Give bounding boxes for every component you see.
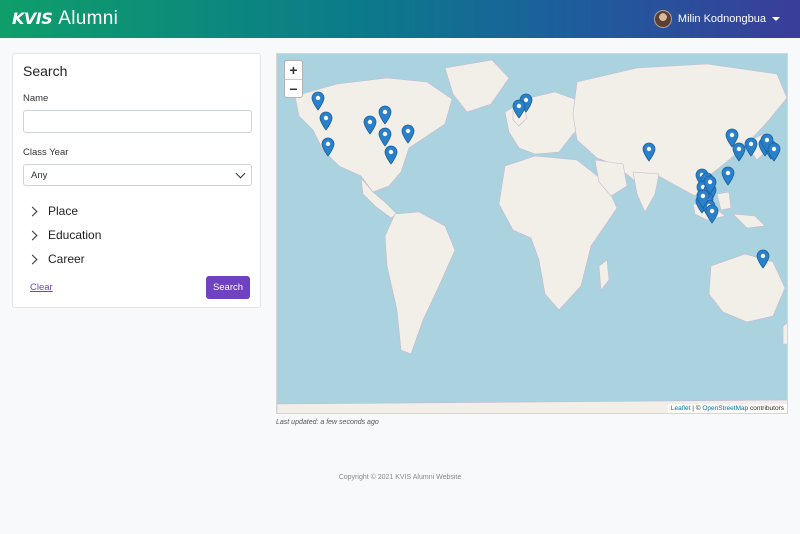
map-marker-icon[interactable] <box>378 127 392 147</box>
brand-name: Alumni <box>58 8 119 29</box>
map-marker-icon[interactable] <box>705 204 719 224</box>
map-marker-icon[interactable] <box>384 145 398 165</box>
search-title: Search <box>23 63 68 79</box>
class-year-value: Any <box>31 169 48 181</box>
map-marker-icon[interactable] <box>363 115 377 135</box>
name-label: Name <box>23 93 49 104</box>
top-navbar: KVIS Alumni Milin Kodnongbua <box>0 0 800 38</box>
class-year-label: Class Year <box>23 147 69 158</box>
accordion-label: Education <box>48 228 102 242</box>
user-menu[interactable]: Milin Kodnongbua <box>653 10 788 28</box>
chevron-right-icon <box>27 230 38 240</box>
chevron-right-icon <box>27 254 38 264</box>
accordion-education[interactable]: Education <box>23 223 250 247</box>
form-actions: Clear Search <box>23 276 250 299</box>
map-marker-icon[interactable] <box>401 124 415 144</box>
accordion-label: Place <box>48 204 79 218</box>
map-marker-icon[interactable] <box>642 142 656 162</box>
user-name: Milin Kodnongbua <box>677 13 766 25</box>
map-marker-icon[interactable] <box>703 175 717 195</box>
map-marker-icon[interactable] <box>756 249 770 269</box>
zoom-in-button[interactable]: + <box>285 61 302 79</box>
map-marker-icon[interactable] <box>767 142 781 162</box>
map-marker-icon[interactable] <box>721 166 735 186</box>
chevron-right-icon <box>27 206 38 216</box>
search-button[interactable]: Search <box>206 276 250 299</box>
footer-copyright: Copyright © 2021 KVIS Alumni Website <box>338 474 462 481</box>
map-marker-icon[interactable] <box>311 91 325 111</box>
map-marker-icon[interactable] <box>321 137 335 157</box>
last-updated-text: Last updated: a few seconds ago <box>276 419 379 426</box>
attribution-tail: contributors <box>748 405 784 412</box>
world-map[interactable]: + − Leaflet | © OpenStreetMap contributo… <box>276 53 788 414</box>
class-year-select[interactable]: Any <box>23 164 252 186</box>
attribution-separator: | © <box>690 405 703 412</box>
chevron-down-icon <box>235 168 246 179</box>
avatar <box>653 10 672 28</box>
leaflet-link[interactable]: Leaflet <box>671 405 691 412</box>
osm-link[interactable]: OpenStreetMap <box>702 405 748 412</box>
map-marker-icon[interactable] <box>512 99 526 119</box>
map-marker-icon[interactable] <box>378 105 392 125</box>
name-input[interactable] <box>23 110 252 133</box>
accordion-label: Career <box>48 252 85 266</box>
map-attribution: Leaflet | © OpenStreetMap contributors <box>667 404 787 413</box>
accordion-career[interactable]: Career <box>23 247 250 271</box>
brand[interactable]: KVIS Alumni <box>12 8 118 30</box>
accordion-place[interactable]: Place <box>23 199 250 223</box>
zoom-control: + − <box>284 60 303 98</box>
brand-logo: KVIS <box>12 9 53 28</box>
map-marker-icon[interactable] <box>319 111 333 131</box>
caret-down-icon <box>772 17 780 21</box>
clear-link[interactable]: Clear <box>30 282 53 293</box>
zoom-out-button[interactable]: − <box>285 79 302 97</box>
map-marker-icon[interactable] <box>744 137 758 157</box>
search-panel: Search Name Class Year Any Place Educati… <box>12 53 261 308</box>
